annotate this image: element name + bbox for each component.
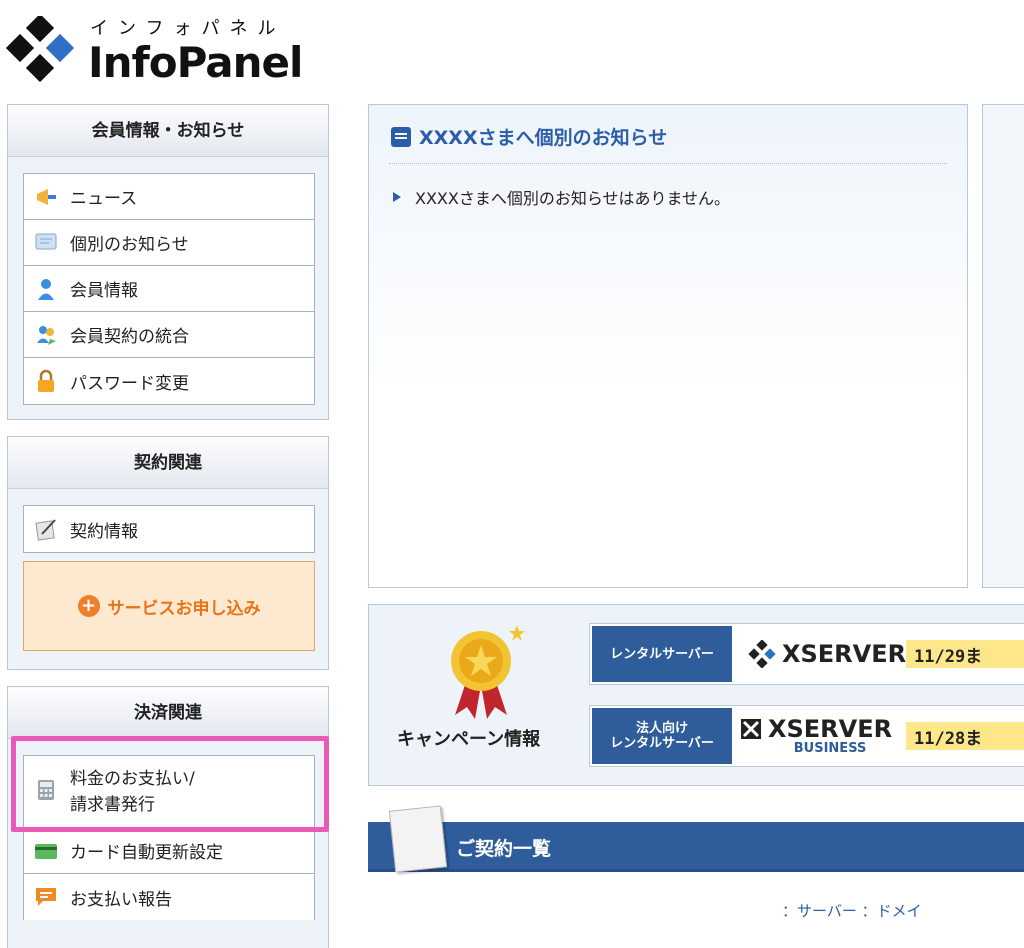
notice-item: XXXXさまへ個別のお知らせはありません。 [393, 185, 730, 209]
campaign-brand-text: XSERVER [782, 640, 907, 668]
payment-heading: 決済関連 [8, 687, 328, 739]
sidebar-item-payment-report[interactable]: お支払い報告 [24, 874, 314, 920]
plus-circle-icon: + [77, 595, 100, 617]
notice-title: XXXXさまへ個別のお知らせ [391, 123, 667, 150]
logo-kana: インフォパネル [90, 18, 286, 39]
contract-filter-links[interactable]: ：サーバー ：ドメイ [782, 900, 922, 921]
logo-title: InfoPanel [88, 38, 303, 87]
personal-notice-panel: XXXXさまへ個別のお知らせ XXXXさまへ個別のお知らせはありません。 [368, 104, 968, 588]
contracts-title: ご契約一覧 [456, 838, 552, 860]
sidebar-item-label: パスワード変更 [70, 373, 189, 394]
member-info-heading: 会員情報・お知らせ [8, 105, 328, 157]
diamond-logo-icon [6, 16, 75, 83]
campaign-brand-text: XSERVER [768, 715, 893, 743]
campaign-tag: レンタルサーバー [592, 626, 732, 682]
infopanel-logo[interactable]: インフォパネル InfoPanel [6, 12, 326, 92]
sidebar-item-label: 会員情報 [70, 281, 138, 301]
contract-menu: 契約情報 [23, 505, 315, 553]
service-apply-label: サービスお申し込み [107, 598, 261, 619]
sidebar-item-password[interactable]: パスワード変更 [24, 358, 314, 404]
xserver-business-icon [741, 719, 761, 739]
sidebar-item-card-auto-renew[interactable]: カード自動更新設定 [24, 828, 314, 874]
contract-panel: 契約関連 契約情報 + サービスお申し込み [7, 436, 329, 670]
campaign-tag: 法人向け レンタルサーバー [592, 708, 732, 764]
contract-pen-icon [35, 519, 56, 541]
notice-body-text: XXXXさまへ個別のお知らせはありません。 [415, 189, 731, 208]
campaign-brand-block: XSERVER BUSINESS [768, 716, 892, 756]
campaign-label: キャンペーン情報 [397, 729, 541, 750]
contract-heading: 契約関連 [8, 437, 328, 489]
user-icon [38, 278, 54, 300]
right-panel-edge [982, 104, 1024, 588]
campaign-date: 11/28ま [906, 722, 1024, 750]
message-icon [391, 126, 411, 147]
campaign-row-xserver-business[interactable]: 法人向け レンタルサーバー XSERVER BUSINESS 11/28ま [589, 705, 1024, 767]
billing-highlight-box [11, 736, 329, 832]
merge-users-icon [37, 325, 56, 345]
service-apply-button[interactable]: + サービスお申し込み [23, 561, 315, 651]
xserver-diamond-icon [748, 640, 776, 668]
campaign-brand: XSERVER BUSINESS [740, 706, 892, 766]
campaign-brand: XSERVER [748, 624, 906, 684]
campaign-panel: キャンペーン情報 レンタルサーバー XSERVER 11/29ま 法人向け レン… [368, 604, 1024, 786]
member-info-panel: 会員情報・お知らせ ニュース 個別のお知らせ 会員情報 会員契約の統合 パスワー… [7, 104, 329, 420]
sidebar-item-contract-info[interactable]: 契約情報 [24, 506, 314, 552]
sidebar-item-label: お支払い報告 [70, 889, 172, 910]
campaign-brand-sub: BUSINESS [793, 741, 867, 756]
sidebar-item-personal-notice[interactable]: 個別のお知らせ [24, 220, 314, 266]
notice-title-text: XXXXさまへ個別のお知らせ [419, 127, 668, 149]
triangle-bullet-icon [393, 192, 401, 202]
sidebar-item-label: ニュース [70, 189, 138, 209]
lock-icon [38, 369, 54, 392]
medal-icon [451, 625, 525, 719]
contract-document-icon [388, 805, 448, 873]
notice-divider [389, 163, 947, 164]
sidebar-item-label: 契約情報 [70, 521, 138, 542]
sidebar-item-label: カード自動更新設定 [70, 843, 223, 863]
report-icon [36, 888, 56, 906]
sidebar-item-news[interactable]: ニュース [24, 174, 314, 220]
credit-card-icon [35, 843, 57, 859]
sidebar-item-merge-contract[interactable]: 会員契約の統合 [24, 312, 314, 358]
sidebar-item-label: 個別のお知らせ [70, 235, 189, 255]
contracts-header: ご契約一覧 [368, 805, 1024, 873]
member-info-menu: ニュース 個別のお知らせ 会員情報 会員契約の統合 パスワード変更 [23, 173, 315, 405]
message-icon [35, 233, 57, 249]
campaign-date: 11/29ま [906, 640, 1024, 668]
sidebar-item-member-info[interactable]: 会員情報 [24, 266, 314, 312]
megaphone-icon [37, 188, 56, 205]
campaign-row-xserver[interactable]: レンタルサーバー XSERVER 11/29ま [589, 623, 1024, 685]
sidebar-item-label: 会員契約の統合 [70, 327, 189, 347]
